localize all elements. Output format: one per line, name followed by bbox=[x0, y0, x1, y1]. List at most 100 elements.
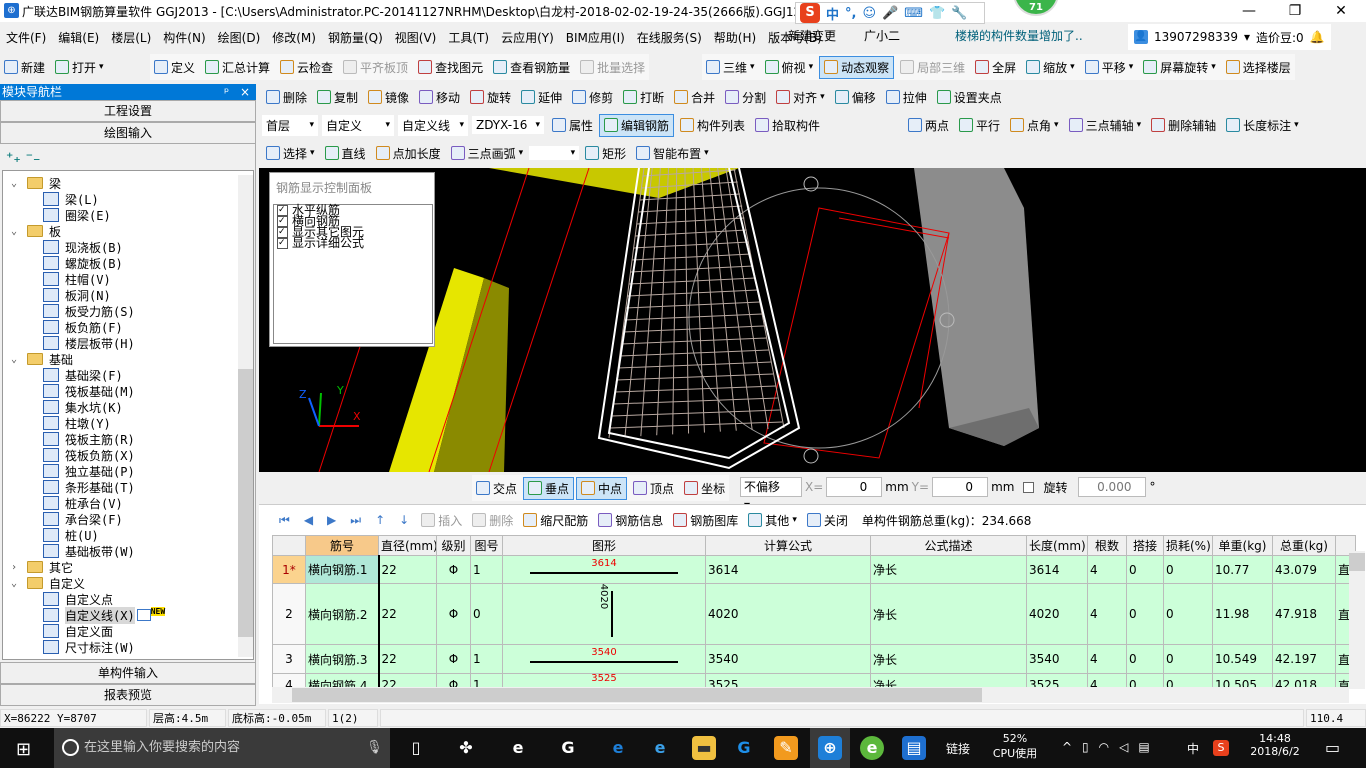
cell-desc[interactable]: 净长 bbox=[870, 555, 1027, 584]
toolbar-button[interactable]: 俯视 ▾ bbox=[761, 57, 818, 78]
cell-fig[interactable]: 1 bbox=[470, 673, 503, 687]
toolbar-button[interactable]: 定义 bbox=[150, 57, 199, 78]
toolbar-button[interactable]: 钢筋信息 bbox=[594, 510, 667, 531]
column-header[interactable]: 搭接 bbox=[1126, 535, 1164, 556]
checkbox-icon[interactable]: ✓ bbox=[277, 216, 288, 227]
nav-arrow-icon[interactable]: ▶ bbox=[321, 513, 342, 527]
tree-item[interactable]: 自定义线(X) NEW bbox=[3, 606, 253, 624]
column-header[interactable]: 计算公式 bbox=[705, 535, 871, 556]
table-row[interactable]: 4 横向钢筋.4 22 Φ 1 3525 3525 净长 3525 4 0 0 10.505 42.018… bbox=[272, 673, 1356, 687]
tree-item[interactable]: 条形基础(T) bbox=[3, 479, 253, 495]
toolbar-button[interactable]: 动态观察 bbox=[819, 55, 895, 79]
toolbar-button[interactable]: 长度标注 ▾ bbox=[1222, 115, 1303, 136]
nav-arrow-icon[interactable]: ↓ bbox=[393, 513, 415, 527]
single-input-button[interactable]: 单构件输入 bbox=[0, 662, 256, 684]
cell-no[interactable]: 4 bbox=[272, 673, 306, 687]
toolbar-button[interactable]: 中点 bbox=[576, 476, 628, 500]
toolbar-button[interactable]: 三维 ▾ bbox=[702, 57, 759, 78]
toolbar-button[interactable]: 云检查 bbox=[276, 57, 337, 78]
clock[interactable]: 14:48 2018/6/2 bbox=[1245, 732, 1305, 758]
toolbar-button[interactable]: 查找图元 bbox=[414, 57, 487, 78]
tree-item[interactable]: 柱帽(V) bbox=[3, 271, 253, 287]
toolbar-button[interactable]: 修剪 bbox=[568, 87, 617, 108]
nav-close-icon[interactable]: × bbox=[240, 84, 250, 100]
dropdown-arrow-icon[interactable]: ▾ bbox=[820, 92, 825, 102]
cell-dia[interactable]: 22 bbox=[377, 673, 437, 687]
cell-desc[interactable]: 净长 bbox=[870, 673, 1027, 687]
ime-lang[interactable]: 中 bbox=[1187, 740, 1199, 757]
dropdown-arrow-icon[interactable]: ▾ bbox=[1294, 120, 1299, 130]
tree-item[interactable]: 基础板带(W) bbox=[3, 543, 253, 559]
cell-len[interactable]: 3525 bbox=[1026, 673, 1088, 687]
column-header[interactable]: 公式描述 bbox=[870, 535, 1027, 556]
toolbar-button[interactable]: 拾取构件 bbox=[751, 115, 824, 136]
y-input[interactable]: 0 bbox=[932, 477, 989, 497]
toolbar-button[interactable]: 垂点 bbox=[523, 476, 575, 500]
tree-item[interactable]: 板受力筋(S) bbox=[3, 303, 253, 319]
notice-text[interactable]: 楼梯的构件数量增加了.. bbox=[955, 27, 1083, 44]
task-view-icon[interactable]: ▯ bbox=[404, 736, 428, 760]
checkbox-icon[interactable]: ✓ bbox=[277, 205, 288, 216]
cell-name[interactable]: 横向钢筋.4 bbox=[305, 673, 379, 687]
cell-count[interactable]: 4 bbox=[1087, 644, 1127, 674]
toolbar-button[interactable]: 全屏 bbox=[971, 57, 1020, 78]
cell-dia[interactable]: 22 bbox=[377, 644, 437, 674]
toolbar-button[interactable]: 旋转 bbox=[466, 87, 515, 108]
column-header[interactable]: 根数 bbox=[1087, 535, 1127, 556]
edge-legacy-icon[interactable]: e bbox=[506, 736, 530, 760]
cell-loss[interactable]: 0 bbox=[1163, 583, 1213, 645]
pin-icon[interactable]: ᵖ bbox=[224, 84, 229, 100]
column-header[interactable] bbox=[272, 535, 306, 556]
cell-shape[interactable]: 3525 bbox=[502, 673, 706, 687]
ggj-app-icon[interactable]: ⊕ bbox=[818, 736, 842, 760]
cell-total[interactable]: 47.918 bbox=[1272, 583, 1336, 645]
dropdown-arrow-icon[interactable]: ▾ bbox=[1070, 62, 1075, 72]
tree-item[interactable]: 螺旋板(B) bbox=[3, 255, 253, 271]
toolbar-button[interactable]: 新建 bbox=[0, 57, 49, 78]
cell-len[interactable]: 3540 bbox=[1026, 644, 1088, 674]
cell-desc[interactable]: 净长 bbox=[870, 644, 1027, 674]
tree-item[interactable]: 独立基础(P) bbox=[3, 463, 253, 479]
checkbox-icon[interactable]: ✓ bbox=[277, 227, 288, 238]
table-row[interactable]: 2 横向钢筋.2 22 Φ 0 4020 4020 净长 4020 4 0 0 11.98 47.918 直 bbox=[272, 583, 1356, 645]
project-settings-button[interactable]: 工程设置 bbox=[0, 100, 256, 122]
tree-folder[interactable]: ⌄ 自定义 bbox=[3, 575, 253, 591]
tray-icons[interactable]: ^▯◠◁▤ bbox=[1062, 740, 1160, 754]
cell-shape[interactable]: 3540 bbox=[502, 644, 706, 674]
cell-name[interactable]: 横向钢筋.1 bbox=[305, 555, 379, 584]
tree-item[interactable]: 基础梁(F) bbox=[3, 367, 253, 383]
notification-icon[interactable]: ▭ bbox=[1325, 738, 1340, 757]
cell-grade[interactable]: Φ bbox=[436, 555, 471, 584]
tree-item[interactable]: 板洞(N) bbox=[3, 287, 253, 303]
toolbar-button[interactable]: 设置夹点 bbox=[933, 87, 1006, 108]
rebar-checkbox[interactable]: ✓ 显示详细公式 bbox=[274, 237, 432, 249]
cell-count[interactable]: 4 bbox=[1087, 673, 1127, 687]
toolbar-button[interactable]: 构件列表 bbox=[676, 115, 749, 136]
toolbar-button[interactable]: 删除 bbox=[262, 87, 311, 108]
column-header[interactable]: 级别 bbox=[436, 535, 471, 556]
ime-item[interactable]: 🔧 bbox=[951, 6, 967, 21]
ime-item[interactable]: 🎤 bbox=[882, 6, 898, 21]
tree-item[interactable]: 自定义点 bbox=[3, 591, 253, 607]
toolbar-button[interactable]: 延伸 bbox=[517, 87, 566, 108]
tree-item[interactable]: 梁(L) bbox=[3, 191, 253, 207]
cell-loss[interactable]: 0 bbox=[1163, 644, 1213, 674]
toolbar-button[interactable]: 镜像 bbox=[364, 87, 413, 108]
cell-lap[interactable]: 0 bbox=[1126, 555, 1164, 584]
dropdown-arrow-icon[interactable]: ▾ bbox=[792, 515, 797, 525]
toolbar-button[interactable]: 点角 ▾ bbox=[1006, 115, 1063, 136]
ime-item[interactable]: ☺ bbox=[862, 6, 876, 21]
tree-item[interactable]: 尺寸标注(W) bbox=[3, 639, 253, 655]
tree-item[interactable]: 现浇板(B) bbox=[3, 239, 253, 255]
cell-dia[interactable]: 22 bbox=[377, 583, 437, 645]
chevron-right-icon[interactable]: › bbox=[11, 562, 27, 573]
cell-shape[interactable]: 4020 bbox=[502, 583, 706, 645]
cell-shape[interactable]: 3614 bbox=[502, 555, 706, 584]
menu-item[interactable]: BIM应用(I) bbox=[560, 29, 631, 46]
glodon-g-icon[interactable]: G bbox=[732, 736, 756, 760]
new-change-button[interactable]: 新建变更 bbox=[788, 27, 836, 44]
toolbar-button[interactable]: 坐标 bbox=[680, 478, 729, 499]
menu-item[interactable]: 文件(F) bbox=[0, 29, 52, 46]
nav-arrow-icon[interactable]: ↑ bbox=[369, 513, 391, 527]
table-hscroll[interactable] bbox=[272, 687, 1349, 703]
